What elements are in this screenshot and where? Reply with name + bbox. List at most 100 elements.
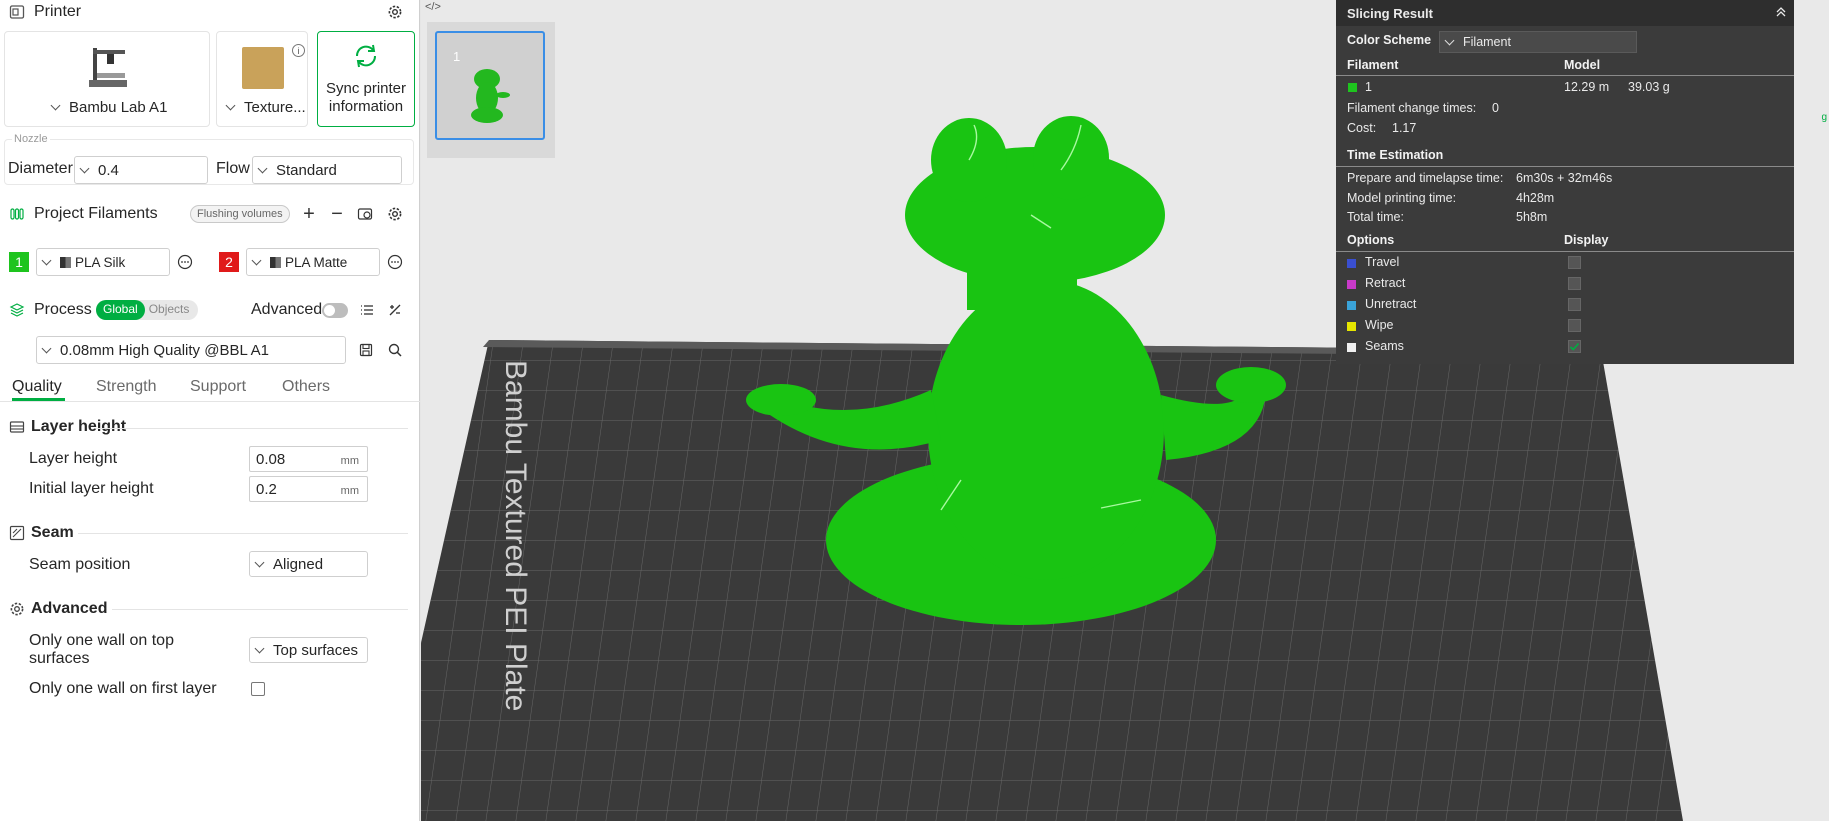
printer-name-combo[interactable]: Bambu Lab A1 <box>50 99 167 116</box>
search-icon[interactable] <box>384 339 406 361</box>
layer-height-label: Layer height <box>29 450 118 467</box>
process-preset-select[interactable]: 0.08mm High Quality @BBL A1 <box>36 336 346 364</box>
options-header: Options <box>1347 233 1395 247</box>
option-wipe-checkbox[interactable] <box>1568 319 1581 332</box>
list-view-icon[interactable] <box>356 299 378 321</box>
separator <box>1336 251 1794 252</box>
seam-position-value: Aligned <box>273 555 324 573</box>
prepare-time-value: 6m30s + 32m46s <box>1516 171 1613 185</box>
slicing-result-panel: Slicing Result Color Scheme Filament Fil… <box>1336 0 1794 364</box>
advanced-group-title: Advanced <box>0 600 107 618</box>
color-scheme-value: Filament <box>1463 35 1511 49</box>
layer-height-input[interactable]: 0.08 mm <box>249 446 368 472</box>
filament-weight: 39.03 g <box>1628 80 1670 94</box>
filament-settings-gear-icon[interactable] <box>384 203 406 225</box>
filament-1-name: PLA Silk <box>75 254 126 270</box>
layers-icon <box>9 302 25 318</box>
filament-2-select[interactable]: PLA Matte <box>246 248 380 276</box>
advanced-gear-icon <box>9 601 25 617</box>
filament-1-swatch[interactable]: 1 <box>9 252 29 272</box>
filament-2-more-icon[interactable] <box>384 251 406 273</box>
unit-label: mm <box>340 485 359 497</box>
option-travel-checkbox[interactable] <box>1568 256 1581 269</box>
tab-support[interactable]: Support <box>190 378 246 396</box>
objects-toggle-option[interactable]: Objects <box>145 300 194 320</box>
save-preset-icon[interactable] <box>355 339 377 361</box>
total-time-label: Total time: <box>1347 210 1404 224</box>
sync-icon <box>352 44 380 73</box>
tab-strength[interactable]: Strength <box>96 378 156 396</box>
add-filament-icon[interactable]: + <box>298 203 320 225</box>
seam-position-select[interactable]: Aligned <box>249 551 368 577</box>
option-seams-checkbox[interactable] <box>1568 340 1581 353</box>
checkmark-icon <box>1569 342 1580 351</box>
chevron-down-icon <box>1444 35 1455 45</box>
initial-layer-height-input[interactable]: 0.2 mm <box>249 476 368 502</box>
filament-2-swatch[interactable]: 2 <box>219 252 239 272</box>
filament-sync-icon[interactable] <box>354 203 376 225</box>
printer-select-card[interactable]: Bambu Lab A1 <box>4 31 210 127</box>
seam-group-title: Seam <box>0 524 74 542</box>
compare-presets-icon[interactable] <box>384 299 406 321</box>
one-wall-first-layer-label: Only one wall on first layer <box>29 680 217 697</box>
filament-change-times-label: Filament change times: <box>1347 101 1477 115</box>
advanced-label: Advanced <box>251 301 323 318</box>
chevron-down-icon <box>254 557 265 567</box>
one-wall-top-label: Only one wall on top surfaces <box>29 632 174 667</box>
flushing-volumes-button[interactable]: Flushing volumes <box>190 205 290 223</box>
display-header: Display <box>1564 233 1609 247</box>
color-scheme-select[interactable]: Filament <box>1439 31 1637 53</box>
option-unretract-checkbox[interactable] <box>1568 298 1581 311</box>
seam-icon <box>9 525 25 541</box>
collapse-chevron-up-icon[interactable] <box>1774 5 1788 22</box>
one-wall-first-layer-checkbox[interactable] <box>251 682 265 696</box>
one-wall-top-select[interactable]: Top surfaces <box>249 637 368 663</box>
tabs-divider <box>0 401 420 402</box>
advanced-toggle[interactable] <box>322 303 348 318</box>
option-retract-label: Retract <box>1365 276 1406 290</box>
prepare-time-label: Prepare and timelapse time: <box>1347 171 1504 185</box>
one-wall-top-value: Top surfaces <box>273 641 359 659</box>
layer-height-value: 0.08 <box>256 450 286 468</box>
slicing-result-header: Slicing Result <box>1336 0 1794 26</box>
filament-change-times-value: 0 <box>1492 101 1499 115</box>
remove-filament-icon[interactable]: − <box>326 203 348 225</box>
plate-type-combo[interactable]: Texture... <box>225 99 306 116</box>
printer-icon <box>9 4 25 20</box>
printer-section-header: Printer <box>0 0 420 24</box>
option-seams-label: Seams <box>1365 339 1404 353</box>
printer-title: Printer <box>34 3 82 20</box>
plate-image <box>242 47 284 89</box>
color-scheme-label: Color Scheme <box>1347 33 1432 47</box>
flow-select[interactable]: Standard <box>252 156 402 184</box>
unretract-color-swatch <box>1347 301 1356 310</box>
filament-1-select[interactable]: PLA Silk <box>36 248 170 276</box>
info-icon[interactable]: i <box>292 44 305 57</box>
diameter-value: 0.4 <box>98 161 119 179</box>
diameter-select[interactable]: 0.4 <box>74 156 208 184</box>
chevron-down-icon <box>50 100 61 111</box>
group-divider <box>78 533 408 534</box>
sync-printer-button[interactable]: Sync printer information <box>317 31 415 127</box>
filament-length: 12.29 m <box>1564 80 1610 94</box>
option-wipe-label: Wipe <box>1365 318 1394 332</box>
seams-color-swatch <box>1347 343 1356 352</box>
bed-label: Bambu Textured PEI Plate <box>499 360 532 711</box>
nozzle-group-label: Nozzle <box>12 133 50 145</box>
global-objects-toggle[interactable]: Global Objects <box>96 300 198 320</box>
left-sidebar: Printer Bambu Lab A1 i Texture... Sync p… <box>0 0 420 821</box>
filament-1-more-icon[interactable] <box>174 251 196 273</box>
filament-column-header: Filament <box>1347 58 1399 72</box>
global-toggle-option[interactable]: Global <box>96 300 145 320</box>
filament-1-color-swatch <box>1348 83 1357 92</box>
plate-type-card[interactable]: i Texture... <box>216 31 308 127</box>
printer-settings-gear-icon[interactable] <box>384 1 406 23</box>
tab-others[interactable]: Others <box>282 378 330 396</box>
tab-quality[interactable]: Quality <box>12 378 62 396</box>
diameter-label: Diameter <box>8 160 73 177</box>
option-retract-checkbox[interactable] <box>1568 277 1581 290</box>
model-printing-time-label: Model printing time: <box>1347 191 1457 205</box>
right-edge-icon[interactable]: g <box>1821 112 1827 123</box>
plate-type-label: Texture... <box>244 99 306 116</box>
flow-value: Standard <box>276 161 337 179</box>
